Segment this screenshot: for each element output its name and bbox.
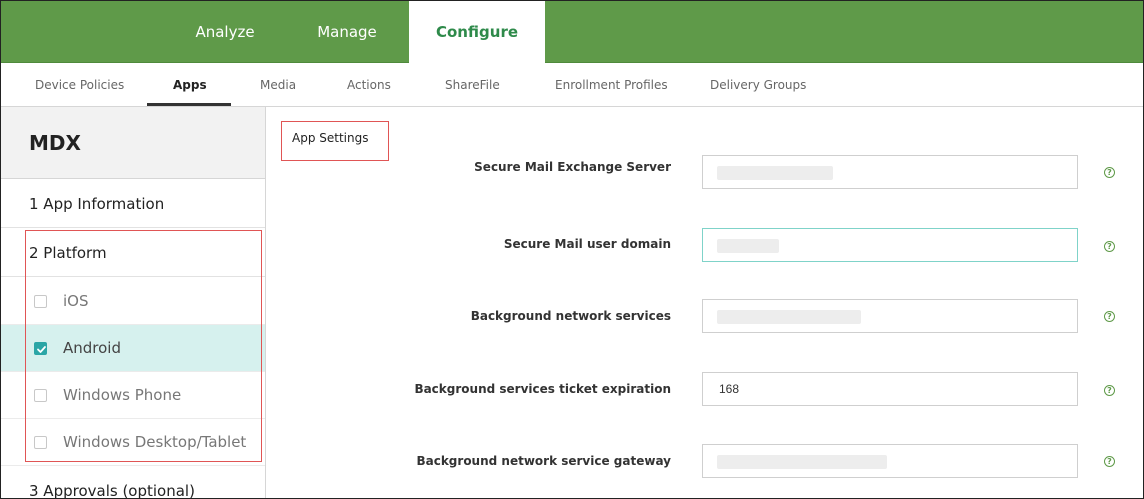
app-settings-label: App Settings <box>292 131 369 145</box>
platform-item-windows-desktop-tablet[interactable]: Windows Desktop/Tablet <box>1 419 265 466</box>
subnav-device-policies[interactable]: Device Policies <box>35 63 124 107</box>
network-service-gateway-input[interactable] <box>702 444 1078 478</box>
platform-label: iOS <box>63 292 89 310</box>
platform-label: Windows Phone <box>63 386 182 404</box>
help-icon[interactable]: ? <box>1104 167 1115 178</box>
ios-checkbox[interactable] <box>34 295 47 308</box>
exchange-server-input[interactable] <box>702 155 1078 189</box>
help-icon[interactable]: ? <box>1104 241 1115 252</box>
platform-item-android[interactable]: Android <box>1 325 265 372</box>
ticket-expiration-input[interactable]: 168 <box>702 372 1078 406</box>
help-icon[interactable]: ? <box>1104 385 1115 396</box>
windows-phone-checkbox[interactable] <box>34 389 47 402</box>
active-subnav-underline <box>147 103 231 106</box>
sub-nav: Device Policies Apps Media Actions Share… <box>1 63 1143 107</box>
subnav-actions[interactable]: Actions <box>347 63 391 107</box>
sidebar-step-app-information[interactable]: 1 App Information <box>1 180 265 228</box>
checkmark-icon <box>37 346 46 353</box>
sidebar-step-platform[interactable]: 2 Platform <box>1 229 265 277</box>
app-window: Analyze Manage Configure Device Policies… <box>0 0 1144 499</box>
help-icon[interactable]: ? <box>1104 311 1115 322</box>
redacted-value <box>717 310 861 324</box>
platform-item-windows-phone[interactable]: Windows Phone <box>1 372 265 419</box>
sidebar: MDX 1 App Information 2 Platform iOS And… <box>1 107 266 498</box>
field-label-user-domain: Secure Mail user domain <box>503 237 671 251</box>
sidebar-step-approvals[interactable]: 3 Approvals (optional) <box>1 467 265 498</box>
background-network-services-input[interactable] <box>702 299 1078 333</box>
subnav-delivery-groups[interactable]: Delivery Groups <box>710 63 806 107</box>
platform-label: Windows Desktop/Tablet <box>63 433 247 451</box>
redacted-value <box>717 239 779 253</box>
app-settings-tab[interactable]: App Settings <box>281 121 389 161</box>
help-icon[interactable]: ? <box>1104 456 1115 467</box>
redacted-value <box>717 455 887 469</box>
android-checkbox[interactable] <box>34 342 47 355</box>
subnav-media[interactable]: Media <box>260 63 296 107</box>
top-nav: Analyze Manage Configure <box>1 1 1143 64</box>
redacted-value <box>717 166 833 180</box>
platform-label: Android <box>63 339 121 357</box>
field-label-ticket-expiration: Background services ticket expiration <box>414 382 671 396</box>
platform-item-ios[interactable]: iOS <box>1 278 265 325</box>
field-label-network-service-gateway: Background network service gateway <box>416 454 671 468</box>
sidebar-title: MDX <box>1 107 265 179</box>
field-label-exchange-server: Secure Mail Exchange Server <box>474 160 671 174</box>
windows-desktop-checkbox[interactable] <box>34 436 47 449</box>
field-label-background-network-services: Background network services <box>470 309 671 323</box>
subnav-enrollment-profiles[interactable]: Enrollment Profiles <box>555 63 668 107</box>
subnav-apps[interactable]: Apps <box>173 63 207 107</box>
subnav-sharefile[interactable]: ShareFile <box>445 63 500 107</box>
user-domain-input[interactable] <box>702 228 1078 262</box>
tab-analyze[interactable]: Analyze <box>171 1 279 63</box>
tab-configure[interactable]: Configure <box>409 1 545 64</box>
tab-manage[interactable]: Manage <box>297 1 397 63</box>
